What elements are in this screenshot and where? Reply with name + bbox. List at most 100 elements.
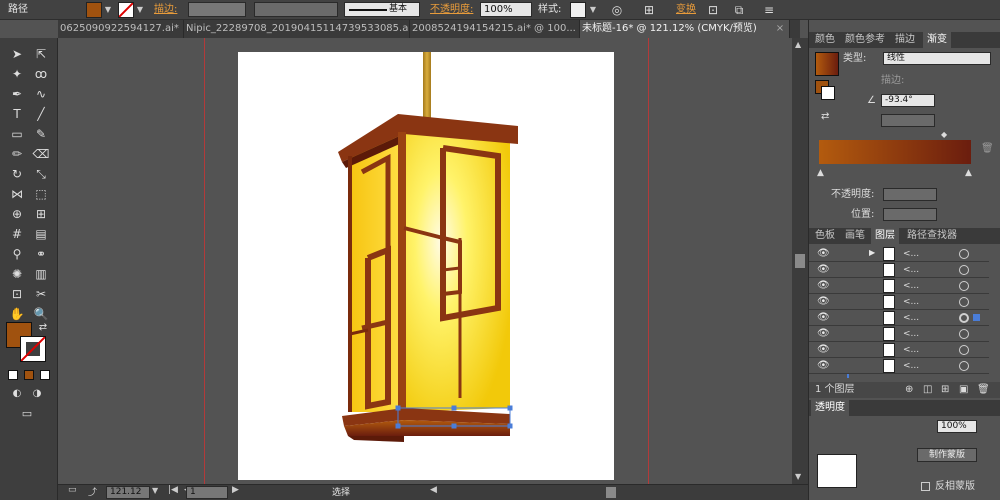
column-graph-tool-icon[interactable]: ▥: [32, 266, 50, 282]
layer-row[interactable]: 👁 <...: [809, 278, 989, 294]
mesh-tool-icon[interactable]: #: [8, 226, 26, 242]
opacity-field[interactable]: 100%: [480, 2, 532, 17]
recolor-icon[interactable]: ◎: [608, 2, 626, 18]
perspective-grid-tool-icon[interactable]: ⊞: [32, 206, 50, 222]
layer-row[interactable]: 👁 ▶ <...: [809, 246, 989, 262]
tab-document-active[interactable]: 未标题-16* @ 121.12% (CMYK/预览): [580, 20, 790, 38]
color-mode-icon[interactable]: [8, 370, 18, 380]
invert-mask-checkbox[interactable]: [921, 482, 930, 491]
selected-art-icon[interactable]: [973, 314, 980, 321]
tab-pathfinder[interactable]: 路径查找器: [903, 228, 961, 244]
visibility-eye-icon[interactable]: 👁: [817, 248, 830, 260]
tab-color[interactable]: 颜色: [811, 32, 839, 48]
width-tool-icon[interactable]: ⋈: [8, 186, 26, 202]
scroll-down-icon[interactable]: ▼: [795, 472, 801, 481]
page-field[interactable]: 1: [186, 486, 228, 499]
isolate-icon[interactable]: ⊡: [704, 2, 722, 18]
stroke-color-icon[interactable]: [20, 336, 46, 362]
expand-arrow-icon[interactable]: ▶: [869, 248, 875, 257]
scroll-up-icon[interactable]: ▲: [795, 40, 801, 49]
screen-mode-icon[interactable]: ▭: [18, 406, 36, 422]
layer-row[interactable]: 👁 <...: [809, 342, 989, 358]
aspect-ratio-field[interactable]: [881, 114, 935, 127]
canvas-area[interactable]: [58, 38, 808, 484]
blend-tool-icon[interactable]: ⚭: [32, 246, 50, 262]
tab-color-guide[interactable]: 颜色参考: [841, 32, 889, 48]
tab-transparency[interactable]: 透明度: [811, 400, 849, 416]
make-mask-button[interactable]: 制作蒙版: [917, 448, 977, 462]
visibility-eye-icon[interactable]: 👁: [817, 360, 830, 372]
swap-colors-icon[interactable]: ⇄: [34, 320, 52, 336]
panel-menu-icon[interactable]: ≡: [760, 2, 778, 18]
tab-layers[interactable]: 图层: [871, 228, 899, 244]
first-page-icon[interactable]: |◀: [168, 485, 178, 495]
rectangle-tool-icon[interactable]: ▭: [8, 126, 26, 142]
fill-swatch[interactable]: [86, 2, 102, 18]
pen-tool-icon[interactable]: ✒: [8, 86, 26, 102]
transparency-opacity-field[interactable]: 100%: [937, 420, 977, 433]
visibility-eye-icon[interactable]: 👁: [817, 312, 830, 324]
tab-gradient[interactable]: 渐变: [923, 32, 951, 48]
gradient-type-select[interactable]: 线性: [883, 52, 991, 65]
visibility-eye-icon[interactable]: 👁: [817, 296, 830, 308]
opacity-label[interactable]: 不透明度:: [430, 0, 473, 20]
visibility-eye-icon[interactable]: 👁: [817, 280, 830, 292]
scroll-thumb[interactable]: [795, 254, 805, 268]
tab-stroke[interactable]: 描边: [891, 32, 919, 48]
new-sublayer-icon[interactable]: ⊞: [941, 383, 949, 397]
artboard-tool-icon[interactable]: ⊡: [8, 286, 26, 302]
tab-document-2[interactable]: Nipic_22289708_20190415114739533085.ai*: [184, 20, 410, 38]
target-circle-icon[interactable]: [959, 329, 969, 339]
gradient-swatch[interactable]: [815, 52, 839, 76]
delete-stop-icon[interactable]: 🗑: [981, 142, 994, 156]
scale-tool-icon[interactable]: ⤡: [32, 166, 50, 182]
tab-document-1[interactable]: 0625090922594127.ai*: [58, 20, 184, 38]
vertical-scrollbar[interactable]: ▲ ▼: [792, 38, 808, 484]
gradient-mode-icon[interactable]: [24, 370, 34, 380]
stroke-weight-field[interactable]: [188, 2, 246, 17]
hand-tool-icon[interactable]: ✋: [8, 306, 26, 322]
gradient-location-field[interactable]: [883, 208, 937, 221]
target-circle-icon[interactable]: [959, 313, 969, 323]
stroke-swatch[interactable]: [118, 2, 134, 18]
new-layer-icon[interactable]: ▣: [959, 383, 968, 397]
tab-brushes[interactable]: 画笔: [841, 228, 869, 244]
line-tool-icon[interactable]: ╱: [32, 106, 50, 122]
rotate-tool-icon[interactable]: ↻: [8, 166, 26, 182]
gradient-opacity-field[interactable]: [883, 188, 937, 201]
layer-row-selected[interactable]: 👁 <...: [809, 310, 989, 326]
style-dropdown-icon[interactable]: ▼: [588, 4, 598, 16]
stroke-proxy-icon[interactable]: [821, 86, 835, 100]
target-circle-icon[interactable]: [959, 297, 969, 307]
delete-layer-icon[interactable]: 🗑: [977, 383, 990, 397]
lasso-tool-icon[interactable]: ꝏ: [32, 66, 50, 82]
scroll-left-icon[interactable]: ◀: [430, 485, 437, 495]
tab-document-3[interactable]: 2008524194154215.ai* @ 100...: [410, 20, 580, 38]
close-tab-icon[interactable]: ×: [774, 20, 786, 38]
type-tool-icon[interactable]: T: [8, 106, 26, 122]
gradient-tool-icon[interactable]: ▤: [32, 226, 50, 242]
reverse-gradient-icon[interactable]: ⇄: [821, 110, 829, 124]
paintbrush-tool-icon[interactable]: ✎: [32, 126, 50, 142]
shape-builder-tool-icon[interactable]: ⊕: [8, 206, 26, 222]
align-icon[interactable]: ⊞: [640, 2, 658, 18]
visibility-eye-icon[interactable]: 👁: [817, 344, 830, 356]
target-circle-icon[interactable]: [959, 281, 969, 291]
layer-row[interactable]: 👁 <...: [809, 294, 989, 310]
none-mode-icon[interactable]: [40, 370, 50, 380]
layer-row[interactable]: 👁 <...: [809, 358, 989, 374]
target-circle-icon[interactable]: [959, 345, 969, 355]
free-transform-tool-icon[interactable]: ⬚: [32, 186, 50, 202]
curvature-tool-icon[interactable]: ∿: [32, 86, 50, 102]
target-circle-icon[interactable]: [959, 265, 969, 275]
fill-dropdown-icon[interactable]: ▼: [103, 4, 113, 16]
stroke-label[interactable]: 描边:: [154, 0, 177, 20]
layer-row[interactable]: 👁 <...: [809, 326, 989, 342]
gradient-stop-end-icon[interactable]: ▲: [965, 166, 972, 180]
zoom-field[interactable]: 121.12: [106, 486, 150, 499]
visibility-eye-icon[interactable]: 👁: [817, 328, 830, 340]
stroke-dropdown-icon[interactable]: ▼: [135, 4, 145, 16]
midpoint-diamond-icon[interactable]: ◆: [941, 128, 947, 142]
draw-mode-icon[interactable]: ◐: [8, 386, 26, 402]
angle-field[interactable]: -93.4°: [881, 94, 935, 107]
